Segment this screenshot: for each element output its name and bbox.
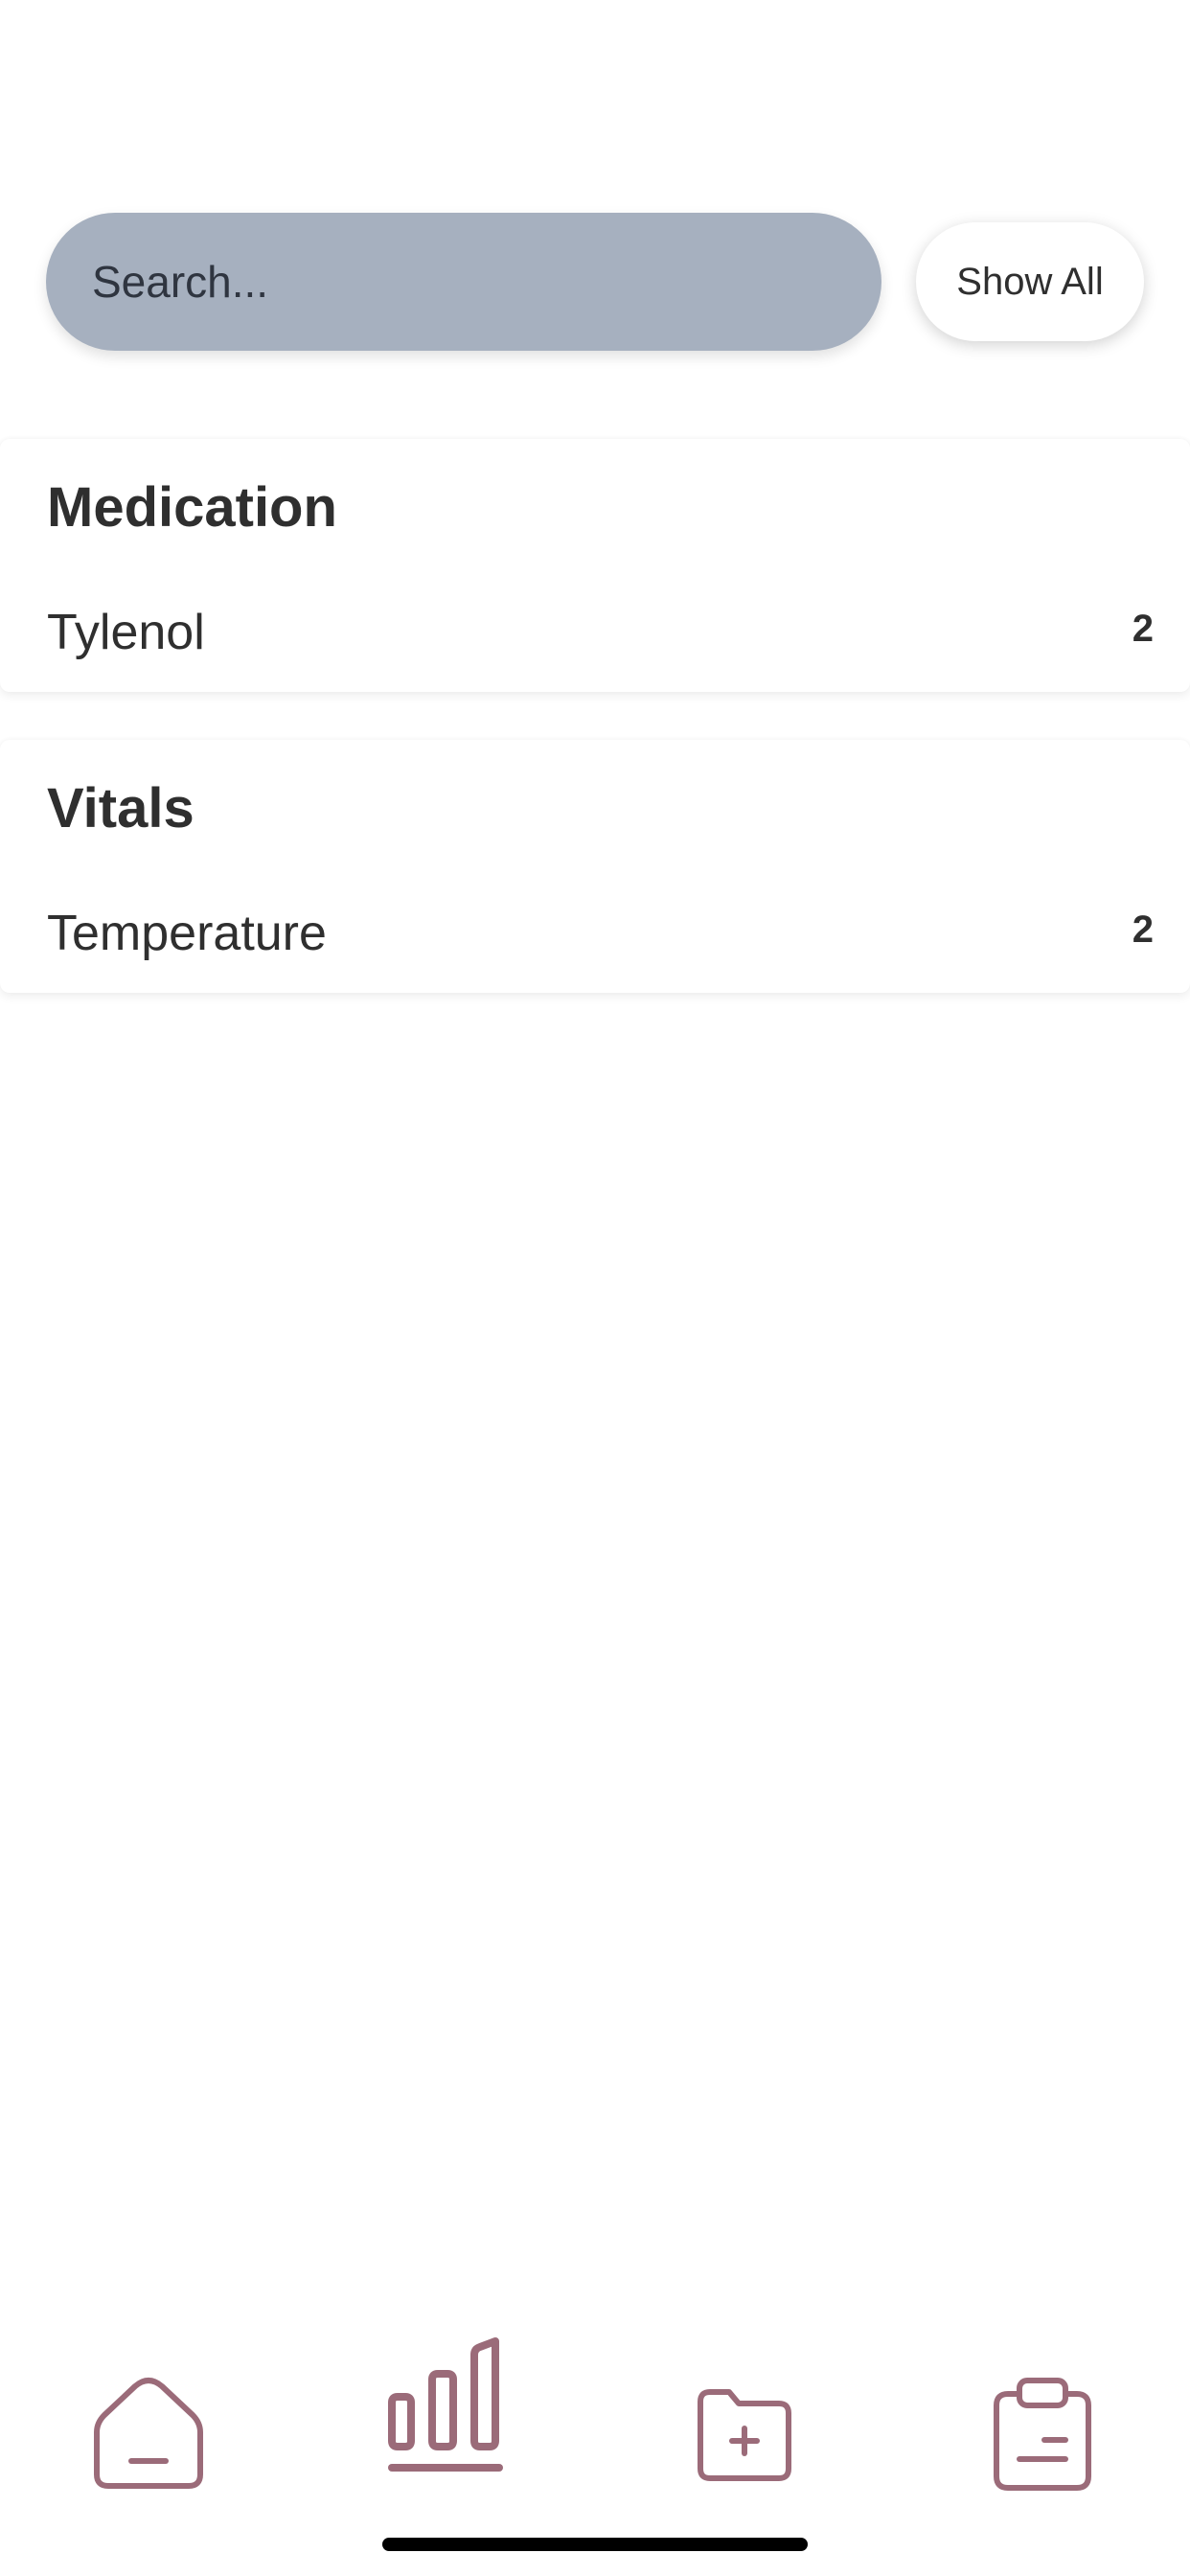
tab-add-record[interactable]: [668, 2358, 821, 2511]
section-card-medication: Medication Tylenol 2: [0, 439, 1190, 692]
list-item-label: Temperature: [47, 906, 327, 961]
home-icon: [94, 2378, 203, 2489]
folder-add-icon: [698, 2389, 791, 2481]
home-indicator: [382, 2538, 808, 2551]
list-item-count: 2: [1132, 908, 1154, 951]
tab-stats[interactable]: [370, 2329, 523, 2482]
tab-clipboard[interactable]: [966, 2358, 1119, 2511]
section-card-vitals: Vitals Temperature 2: [0, 740, 1190, 993]
clipboard-icon: [994, 2378, 1091, 2491]
section-title: Vitals: [47, 777, 195, 840]
screen: Show All Medication Tylenol 2 Vitals Tem…: [0, 0, 1190, 2576]
search-input[interactable]: [46, 213, 881, 351]
list-item[interactable]: Temperature 2: [0, 893, 1190, 979]
bar-chart-icon: [388, 2337, 503, 2472]
bottom-tab-bar: [0, 2300, 1190, 2511]
tab-home[interactable]: [72, 2358, 225, 2511]
search-row: Show All: [46, 213, 1144, 351]
section-title: Medication: [47, 476, 337, 539]
list-item-count: 2: [1132, 608, 1154, 650]
show-all-button[interactable]: Show All: [916, 222, 1144, 341]
list-item-label: Tylenol: [47, 605, 205, 660]
list-item[interactable]: Tylenol 2: [0, 592, 1190, 678]
